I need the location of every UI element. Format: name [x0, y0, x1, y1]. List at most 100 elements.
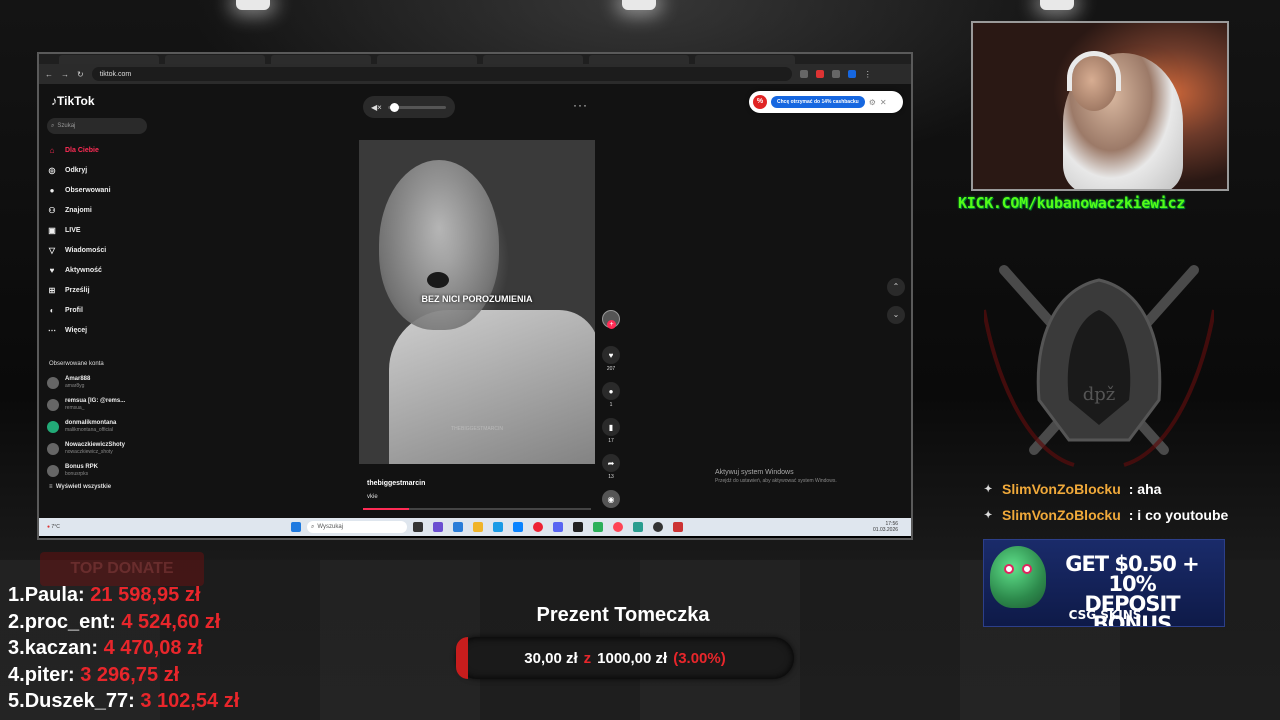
ad-mascot-eye	[1022, 564, 1032, 574]
url-field[interactable]: tiktok.com	[91, 67, 792, 81]
share-button[interactable]: ➦ 13	[601, 454, 621, 480]
previous-video-button[interactable]: ⌃	[887, 278, 905, 296]
live-icon: ▣	[48, 225, 56, 235]
donate-row: 5.Duszek_77: 3 102,54 zł	[8, 688, 239, 715]
app-icon[interactable]	[493, 522, 503, 532]
browser-tab[interactable]	[59, 55, 159, 64]
donate-rank: 4.	[8, 663, 25, 686]
chat-text: : i co youtoube	[1128, 507, 1229, 523]
like-button[interactable]: ♥ 207	[601, 346, 621, 372]
forward-icon[interactable]: →	[61, 70, 69, 79]
discord-icon[interactable]	[553, 522, 563, 532]
url-text: tiktok.com	[99, 70, 132, 78]
start-icon[interactable]	[291, 522, 301, 532]
nav-friends[interactable]: ⚇ Znajomi	[47, 202, 91, 218]
nav-label: LIVE	[65, 226, 81, 234]
cashback-button[interactable]: Chcę otrzymać do 14% cashbacku	[771, 96, 865, 108]
app-icon[interactable]	[673, 522, 683, 532]
nav-upload[interactable]: ⊞ Prześlij	[47, 282, 90, 298]
video-author[interactable]: thebiggestmarcin	[367, 480, 425, 487]
donate-rank: 2.	[8, 610, 25, 633]
home-icon: ⌂	[49, 145, 55, 155]
extension-icon[interactable]	[799, 70, 808, 78]
show-all-link[interactable]: ≡ Wyświetl wszystkie	[49, 484, 111, 490]
donate-amount: 21 598,95 zł	[90, 584, 201, 606]
volume-knob[interactable]	[389, 102, 399, 112]
volume-control[interactable]: ◀×	[363, 96, 455, 118]
browser-tab[interactable]	[695, 55, 795, 64]
ceiling-light	[1040, 0, 1074, 10]
nav-profile[interactable]: ◐ Profil	[47, 302, 83, 318]
volume-slider[interactable]	[387, 102, 446, 112]
profile-icon: ◐	[49, 305, 55, 315]
nav-for-you[interactable]: ⌂ Dla Ciebie	[47, 142, 99, 158]
nav-label: Odkryj	[65, 166, 88, 174]
gear-icon[interactable]: ⚙	[869, 98, 876, 107]
app-icon[interactable]	[433, 522, 443, 532]
reload-icon[interactable]: ↻	[77, 70, 84, 79]
followed-account[interactable]: donmalikmontana malikmontana_official	[47, 420, 116, 433]
taskview-icon[interactable]	[413, 522, 423, 532]
followed-account[interactable]: Bonus RPK bonusrpks	[47, 464, 98, 477]
nav-more[interactable]: ⋯ Więcej	[47, 322, 87, 338]
nav-explore[interactable]: ◎ Odkryj	[47, 162, 88, 178]
follow-plus-icon[interactable]: +	[607, 320, 616, 329]
extension-icon[interactable]	[815, 70, 824, 78]
video-caption: BEZ NICI POROZUMIENIA	[421, 294, 533, 304]
donate-row: 4.piter: 3 296,75 zł	[8, 662, 239, 689]
browser-tab[interactable]	[589, 55, 689, 64]
next-video-button[interactable]: ⌄	[887, 306, 905, 324]
menu-kebab-icon[interactable]: ⋮	[864, 70, 872, 79]
nav-label: Obserwowani	[65, 186, 111, 194]
comment-button[interactable]: ● 1	[601, 382, 621, 408]
cashback-banner: % Chcę otrzymać do 14% cashbacku ⚙ ✕	[749, 91, 903, 113]
ceiling-light	[622, 0, 656, 10]
friends-icon: ⚇	[48, 205, 56, 215]
extension-icon[interactable]	[847, 70, 856, 78]
more-options-icon[interactable]: ···	[573, 98, 588, 112]
extension-icon[interactable]	[831, 70, 840, 78]
account-handle: amar8yg	[65, 383, 85, 389]
back-icon[interactable]: ←	[45, 70, 53, 79]
app-icon[interactable]	[593, 522, 603, 532]
weather-temp: 7°C	[51, 524, 60, 530]
nav-following[interactable]: ● Obserwowani	[47, 182, 111, 198]
obs-icon[interactable]	[653, 522, 663, 532]
following-avatar-icon: ●	[49, 185, 55, 195]
followed-account[interactable]: NowaczkiewiczShoty nowaczkiewicz_shoty	[47, 442, 125, 455]
chat-username: SlimVonZoBlocku	[1002, 481, 1121, 497]
folder-icon[interactable]	[473, 522, 483, 532]
close-icon[interactable]: ✕	[880, 98, 887, 107]
weather-widget[interactable]: ● 7°C	[47, 524, 107, 530]
tiktok-logo[interactable]: ♪TikTok	[51, 94, 95, 108]
taskbar-clock[interactable]: 17:56 01.03.2026	[873, 521, 898, 533]
mute-icon[interactable]: ◀×	[371, 103, 382, 112]
store-icon[interactable]	[513, 522, 523, 532]
app-icon[interactable]	[613, 522, 623, 532]
show-all-label: Wyświetl wszystkie	[55, 484, 112, 490]
top-donate-badge: TOP DONATE	[40, 552, 204, 586]
browser-tab[interactable]	[377, 55, 477, 64]
nav-messages[interactable]: ▽ Wiadomości	[47, 242, 106, 258]
browser-tab[interactable]	[483, 55, 583, 64]
donor-name: Paula:	[24, 584, 85, 606]
chrome-icon[interactable]	[533, 522, 543, 532]
goal-separator: z	[583, 649, 592, 667]
video-player[interactable]: BEZ NICI POROZUMIENIA THEBIGGESTMARCIN	[359, 140, 595, 464]
followed-account[interactable]: remsua [IG: @rems... remsua_	[47, 398, 125, 411]
goal-current: 30,00 zł	[524, 649, 578, 667]
nav-activity[interactable]: ♥ Aktywność	[47, 262, 102, 278]
save-button[interactable]: ▮ 17	[601, 418, 621, 444]
steam-icon[interactable]	[573, 522, 583, 532]
sound-disc-button[interactable]: ◉	[601, 490, 621, 508]
taskbar-search[interactable]: ⌕ Wyszukaj	[307, 521, 407, 533]
app-icon[interactable]	[453, 522, 463, 532]
browser-tab[interactable]	[165, 55, 265, 64]
tiktok-search-input[interactable]: ⌕ Szukaj	[47, 118, 147, 134]
followed-accounts-title: Obserwowane konta	[49, 361, 104, 367]
nav-live[interactable]: ▣ LIVE	[47, 222, 81, 238]
browser-tab[interactable]	[271, 55, 371, 64]
donor-name: kaczan:	[24, 637, 99, 660]
app-icon[interactable]	[633, 522, 643, 532]
followed-account[interactable]: Amar888 amar8yg	[47, 376, 90, 389]
